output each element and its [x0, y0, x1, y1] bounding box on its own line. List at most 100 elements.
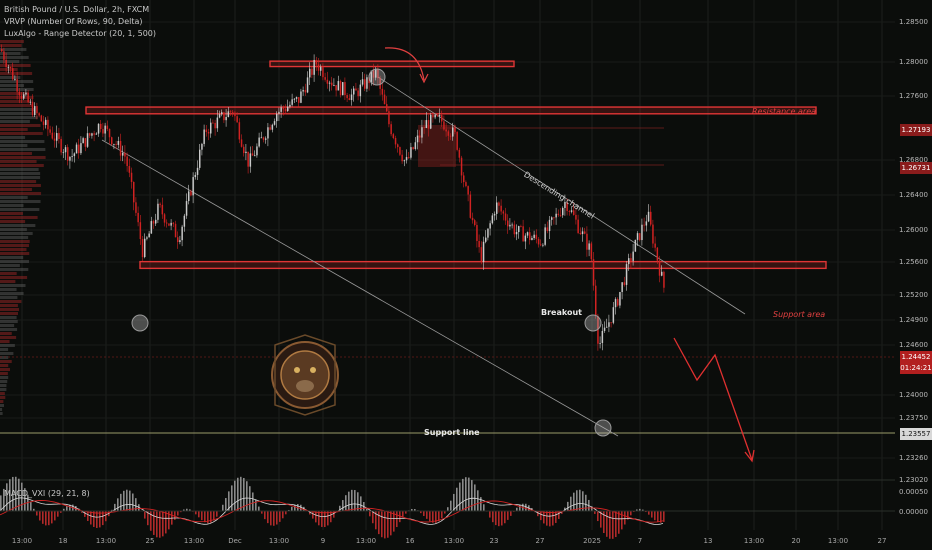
candle-body [500, 205, 502, 212]
emblem-eye [310, 367, 316, 373]
candle-body [309, 68, 311, 78]
candle-body [654, 243, 656, 248]
profile-bar [0, 240, 30, 243]
profile-bar [0, 224, 36, 227]
candle-body [335, 85, 337, 91]
candle-body [232, 111, 234, 113]
macd-histogram-bar [489, 511, 491, 518]
candle-body [478, 241, 480, 248]
candle-body [577, 219, 579, 233]
indicator-vrvp[interactable]: VRVP (Number Of Rows, 90, Delta) [4, 17, 143, 26]
candle-body [20, 95, 23, 99]
price-badge: 1.23557 [900, 428, 932, 440]
macd-histogram-bar [477, 490, 479, 512]
macd-histogram-bar [609, 511, 611, 539]
candle-body [456, 131, 458, 150]
time-tick-label: 13:00 [443, 537, 465, 545]
price-tick-label: 1.23020 [899, 476, 928, 484]
price-badge: 1.26731 [900, 162, 932, 174]
candle-body [623, 282, 626, 285]
macd-histogram-bar [42, 511, 44, 524]
profile-bar [0, 176, 41, 179]
macd-histogram-bar [126, 489, 128, 512]
breakout-label: Breakout [541, 308, 582, 317]
macd-histogram-bar [450, 500, 452, 512]
range-box [418, 125, 456, 167]
profile-bar [0, 288, 17, 291]
candle-body [67, 147, 69, 161]
candle-body [656, 247, 659, 261]
candle-body [269, 127, 271, 130]
profile-bar [0, 296, 18, 299]
macd-label[interactable]: MACD_VXI (29, 21, 8) [4, 489, 90, 498]
candle-body [144, 238, 146, 258]
candle-body [3, 51, 5, 60]
candle-body [265, 138, 267, 140]
time-tick-label: 13:00 [183, 537, 205, 545]
macd-pane [0, 476, 895, 539]
macd-histogram-bar [153, 511, 155, 535]
candle-body [533, 234, 535, 238]
candle-body [357, 90, 359, 97]
macd-histogram-bar [621, 511, 623, 530]
candle-body [93, 133, 95, 135]
profile-bar [0, 124, 41, 127]
candle-body [471, 217, 474, 221]
profile-bar [0, 344, 15, 347]
candle-body [559, 215, 562, 216]
chart-canvas[interactable] [0, 0, 932, 550]
profile-bar [0, 160, 37, 163]
candle-body [258, 137, 260, 147]
candle-body [254, 155, 256, 157]
profile-bar [0, 132, 43, 135]
candle-body [595, 285, 597, 316]
candle-body [320, 67, 322, 71]
candle-body [403, 160, 406, 162]
candle-body [245, 151, 247, 153]
candle-body [498, 202, 500, 206]
time-tick-label: 13:00 [95, 537, 117, 545]
macd-histogram-bar [495, 511, 497, 526]
candle-body [168, 223, 170, 226]
macd-histogram-bar [321, 511, 323, 527]
chart-stage[interactable]: British Pound / U.S. Dollar, 2h, FXCM VR… [0, 0, 932, 550]
indicator-range-detector[interactable]: LuxAlgo - Range Detector (20, 1, 500) [4, 29, 156, 38]
candle-body [650, 211, 652, 225]
candle-body [412, 147, 414, 150]
profile-bar [0, 276, 28, 279]
macd-histogram-bar [135, 498, 137, 512]
profile-bar [0, 52, 21, 55]
candle-body [234, 112, 236, 117]
candle-body [69, 156, 71, 161]
candle-body [432, 114, 434, 118]
candle-body [302, 90, 304, 92]
candle-body [243, 146, 245, 153]
candle-body [106, 125, 109, 129]
candle-body [293, 98, 296, 100]
profile-bar [0, 408, 3, 411]
profile-bar [0, 272, 17, 275]
candle-body [634, 239, 637, 252]
macd-histogram-bar [648, 511, 650, 515]
macd-histogram-bar [459, 482, 461, 512]
profile-bar [0, 252, 30, 255]
candle-body [381, 88, 384, 95]
macd-histogram-bar [354, 490, 356, 512]
price-tick-label: 1.23260 [899, 454, 928, 462]
candle-body [249, 153, 252, 167]
candle-body [80, 143, 82, 154]
time-tick-label: 25 [145, 537, 155, 545]
candle-body [84, 138, 87, 147]
profile-bar [0, 172, 41, 175]
macd-histogram-bar [465, 477, 467, 512]
candle-body [225, 116, 227, 121]
macd-histogram-bar [441, 511, 443, 519]
candle-body [199, 149, 201, 168]
macd-histogram-bar [360, 496, 362, 512]
candle-body [443, 121, 445, 130]
candle-body [192, 177, 194, 196]
candle-body [148, 233, 150, 238]
candle-body [601, 330, 604, 343]
time-tick-label: 2025 [583, 537, 601, 545]
candle-body [592, 259, 595, 286]
